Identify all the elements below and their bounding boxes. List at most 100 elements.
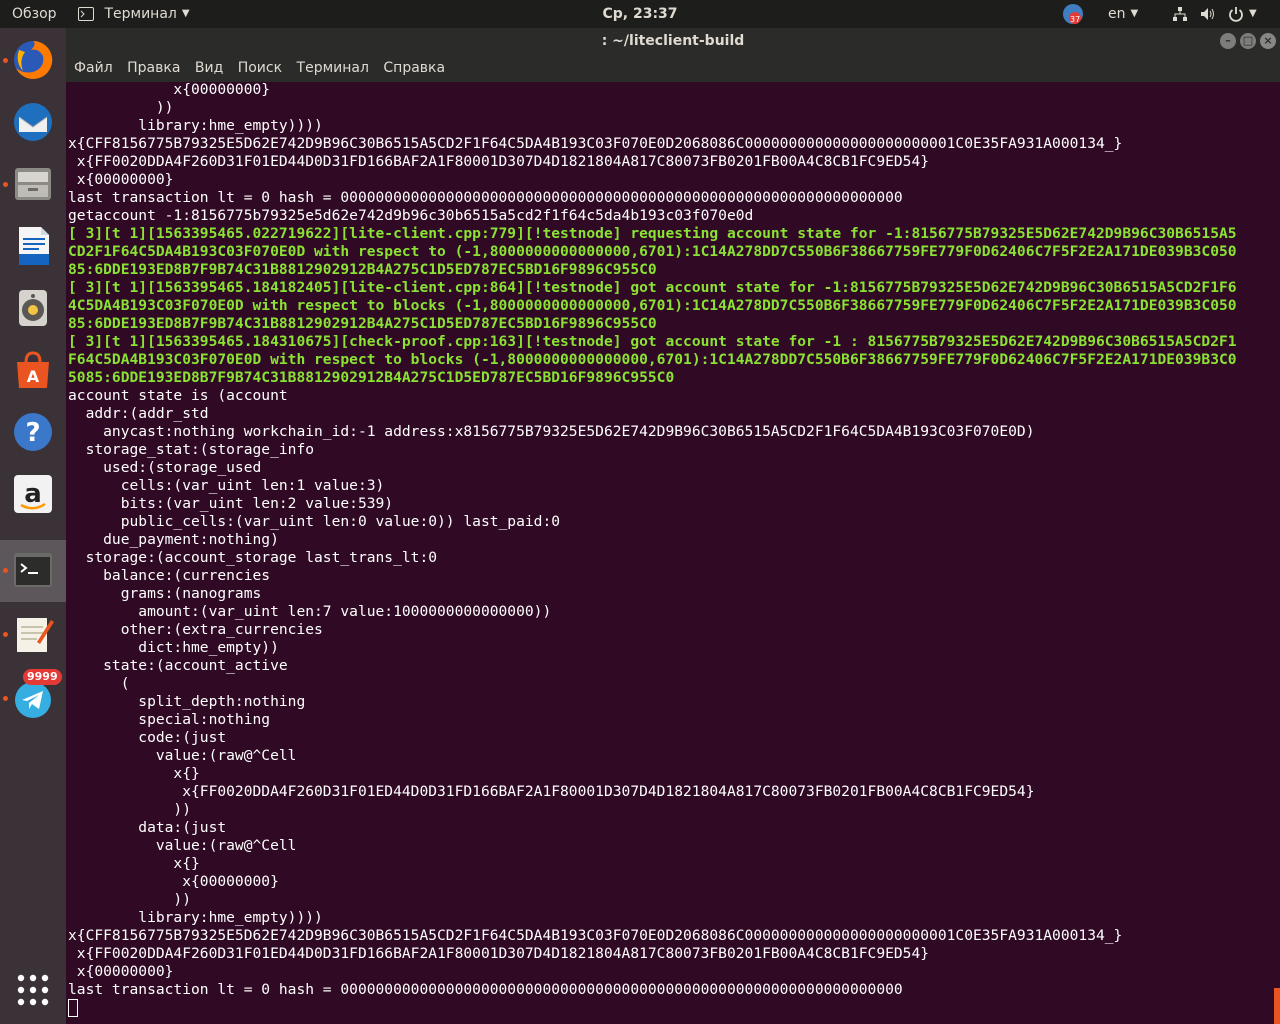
menu-terminal[interactable]: Терминал (297, 54, 369, 82)
terminal-line: x{00000000} (68, 963, 174, 980)
terminal-line: dict:hme_empty)) (68, 639, 279, 656)
terminal-line: due_payment:nothing) (68, 531, 279, 548)
menu-file[interactable]: Файл (74, 54, 113, 82)
running-indicator (3, 696, 8, 701)
software-icon: A (17, 351, 49, 388)
terminal-line: CD2F1F64C5DA4B193C03F070E0D with respect… (68, 243, 1237, 260)
launcher-terminal[interactable] (0, 540, 66, 602)
menu-search[interactable]: Поиск (238, 54, 282, 82)
power-menu[interactable]: ▼ (1228, 0, 1257, 28)
keyboard-layout-indicator[interactable]: en ▼ (1108, 0, 1138, 28)
close-button[interactable]: × (1260, 33, 1276, 49)
launcher-amazon[interactable]: a (0, 464, 66, 526)
thunderbird-icon (14, 103, 52, 141)
activities-button[interactable]: Обзор (12, 0, 57, 28)
launcher-writer[interactable] (0, 216, 66, 278)
terminal-line: grams:(nanograms (68, 585, 262, 602)
launcher-files[interactable] (0, 154, 66, 216)
menu-bar: Файл Правка Вид Поиск Терминал Справка (66, 54, 1280, 82)
chevron-down-icon: ▼ (1130, 8, 1139, 19)
terminal-line: x{00000000} (68, 873, 279, 890)
terminal-line: [ 3][t 1][1563395465.184310675][check-pr… (68, 333, 1237, 350)
terminal-line: 5085:6DDE193ED8B7F9B74C31B8812902912B4A2… (68, 369, 675, 386)
maximize-button[interactable]: □ (1240, 33, 1256, 49)
launcher-thunderbird[interactable] (0, 92, 66, 154)
text-editor-icon (17, 618, 54, 652)
svg-text:a: a (24, 479, 42, 509)
scrollbar[interactable] (1274, 988, 1280, 1024)
window-titlebar[interactable]: : ~/liteclient-build – □ × (66, 28, 1280, 54)
files-icon (15, 168, 51, 200)
terminal-line: library:hme_empty)))) (68, 117, 323, 134)
menu-edit[interactable]: Правка (127, 54, 180, 82)
terminal-line: [ 3][t 1][1563395465.022719622][lite-cli… (68, 225, 1237, 242)
launcher-software[interactable]: A (0, 340, 66, 402)
terminal-line: addr:(addr_std (68, 405, 209, 422)
terminal-line: split_depth:nothing (68, 693, 306, 710)
terminal-line: 4C5DA4B193C03F070E0D with respect to blo… (68, 297, 1237, 314)
terminal-line: special:nothing (68, 711, 271, 728)
window-title: : ~/liteclient-build (601, 33, 745, 49)
launcher-help[interactable]: ? (0, 402, 66, 464)
show-applications-button[interactable] (0, 960, 66, 1022)
terminal-line: library:hme_empty)))) (68, 909, 323, 926)
terminal-line: x{FF0020DDA4F260D31F01ED44D0D31FD166BAF2… (68, 945, 930, 962)
terminal-line: storage:(account_storage last_trans_lt:0 (68, 549, 438, 566)
keyboard-layout-label: en (1108, 6, 1126, 22)
terminal-line: x{CFF8156775B79325E5D62E742D9B96C30B6515… (68, 927, 1123, 944)
terminal-line: public_cells:(var_uint len:0 value:0)) l… (68, 513, 561, 530)
grid-icon (17, 974, 49, 1006)
menu-view[interactable]: Вид (195, 54, 223, 82)
terminal-line: amount:(var_uint len:7 value:10000000000… (68, 603, 552, 620)
terminal-line: 85:6DDE193ED8B7F9B74C31B8812902912B4A275… (68, 261, 657, 278)
chevron-down-icon: ▼ (1249, 8, 1257, 19)
top-panel: Обзор Терминал ▼ Ср, 23:37 37 en ▼ ▼ (0, 0, 1280, 28)
rhythmbox-icon (19, 290, 47, 326)
terminal-line: x{CFF8156775B79325E5D62E742D9B96C30B6515… (68, 135, 1123, 152)
terminal-line: [ 3][t 1][1563395465.184182405][lite-cli… (68, 279, 1237, 296)
terminal-line: x{} (68, 855, 200, 872)
terminal-line: F64C5DA4B193C03F070E0D with respect to b… (68, 351, 1237, 368)
amazon-icon: a (14, 475, 52, 513)
svg-text:?: ? (25, 418, 40, 448)
running-indicator (3, 632, 8, 637)
terminal-line: storage_stat:(storage_info (68, 441, 315, 458)
launcher: A ? a 9999 (0, 28, 67, 1024)
terminal-line: x{00000000} (68, 82, 271, 98)
minimize-button[interactable]: – (1220, 33, 1236, 49)
terminal-line: used:(storage_used (68, 459, 262, 476)
notification-indicator[interactable]: 37 (1062, 0, 1084, 28)
launcher-firefox[interactable] (0, 30, 66, 92)
terminal-line: other:(extra_currencies (68, 621, 323, 638)
terminal-line: balance:(currencies (68, 567, 271, 584)
terminal-line: state:(account_active (68, 657, 288, 674)
power-icon (1229, 7, 1243, 22)
terminal-line: last transaction lt = 0 hash = 000000000… (68, 981, 903, 998)
terminal-small-icon (78, 7, 94, 21)
menu-help[interactable]: Справка (383, 54, 445, 82)
terminal-output[interactable]: x{00000000} )) library:hme_empty)))) x{C… (66, 82, 1280, 1024)
clock[interactable]: Ср, 23:37 (0, 0, 1280, 28)
terminal-line: )) (68, 891, 192, 908)
terminal-line: 85:6DDE193ED8B7F9B74C31B8812902912B4A275… (68, 315, 657, 332)
writer-icon (19, 227, 49, 265)
terminal-line: value:(raw@^Cell (68, 747, 297, 764)
svg-text:A: A (27, 367, 40, 386)
launcher-text-editor[interactable] (0, 604, 66, 666)
terminal-line: anycast:nothing workchain_id:-1 address:… (68, 423, 1035, 440)
terminal-line: code:(just (68, 729, 227, 746)
app-menu[interactable]: Терминал ▼ (78, 0, 190, 28)
terminal-line: ( (68, 675, 130, 692)
terminal-line: data:(just (68, 819, 227, 836)
network-icon[interactable] (1172, 0, 1188, 28)
launcher-rhythmbox[interactable] (0, 278, 66, 340)
terminal-text: x{00000000} )) library:hme_empty)))) x{C… (68, 82, 1237, 1019)
running-indicator (3, 568, 8, 573)
running-indicator (3, 58, 8, 63)
launcher-telegram[interactable]: 9999 (0, 668, 66, 730)
chevron-down-icon: ▼ (181, 8, 190, 19)
terminal-line: value:(raw@^Cell (68, 837, 297, 854)
app-menu-label: Терминал (104, 6, 177, 22)
volume-icon[interactable] (1200, 0, 1216, 28)
firefox-icon (14, 40, 53, 79)
